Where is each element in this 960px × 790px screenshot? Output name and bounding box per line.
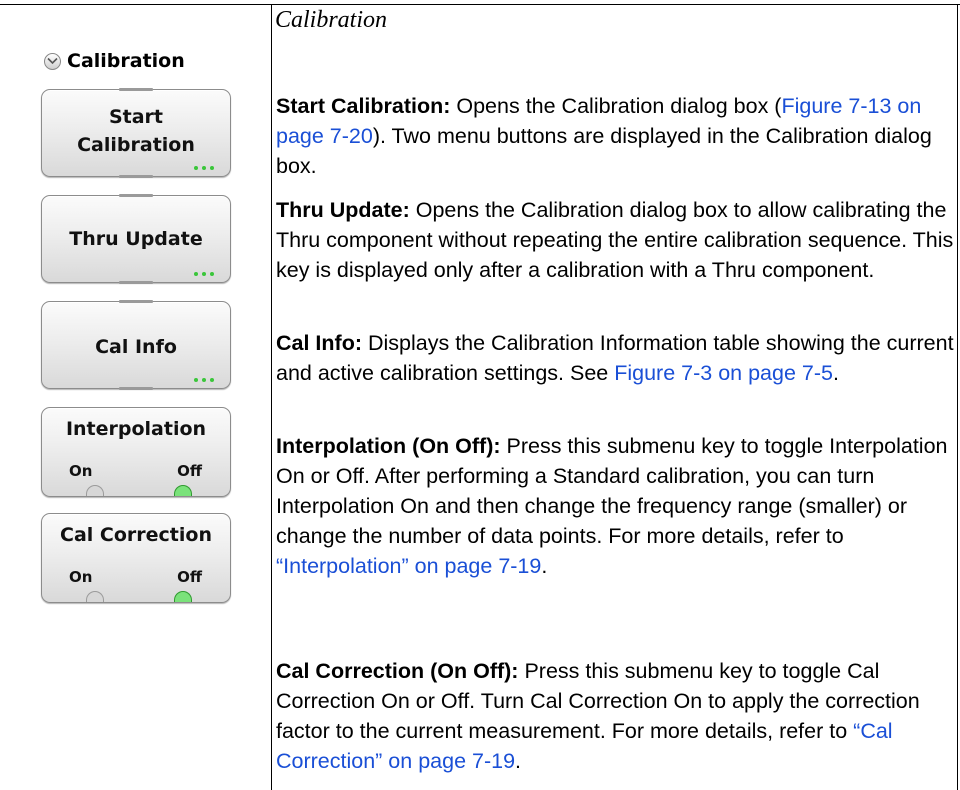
description-title: Cal Correction (On Off): — [276, 659, 519, 683]
cal-info-button[interactable]: Cal Info — [41, 300, 231, 390]
button-notch — [119, 175, 153, 178]
thru-update-description: Thru Update: Opens the Calibration dialo… — [276, 195, 956, 285]
description-text: Opens the Calibration dialog box ( — [450, 94, 782, 118]
start-calibration-label-2: Calibration — [77, 134, 195, 156]
description-title: Interpolation (On Off): — [276, 434, 501, 458]
button-notch — [119, 300, 153, 303]
chevron-down-icon — [44, 52, 61, 70]
button-notch — [119, 88, 153, 91]
description-text: . — [515, 749, 522, 773]
cal-correction-label: Cal Correction — [60, 524, 212, 546]
interpolation-toggle-button[interactable]: Interpolation On Off — [41, 407, 231, 497]
toggle-off-label: Off — [177, 462, 202, 480]
cal-info-description: Cal Info: Displays the Calibration Infor… — [276, 328, 956, 388]
on-indicator-icon — [86, 485, 104, 496]
button-notch — [119, 194, 153, 197]
on-indicator-icon — [86, 591, 104, 602]
table-top-rule — [0, 4, 960, 5]
toggle-on-label: On — [69, 462, 93, 480]
description-text: . — [541, 554, 548, 578]
cal-info-label: Cal Info — [95, 336, 177, 358]
submenu-dots-icon — [194, 378, 214, 382]
interpolation-description: Interpolation (On Off): Press this subme… — [276, 431, 956, 581]
menu-header-label: Calibration — [67, 50, 185, 72]
interpolation-label: Interpolation — [65, 418, 207, 440]
toggle-off-label: Off — [177, 568, 202, 586]
thru-update-button[interactable]: Thru Update — [41, 194, 231, 284]
button-notch — [119, 387, 153, 390]
figure-caption: Calibration — [275, 7, 388, 33]
thru-update-label: Thru Update — [69, 228, 203, 250]
description-title: Thru Update: — [276, 198, 410, 222]
start-calibration-label-1: Start — [108, 106, 164, 128]
description-title: Start Calibration: — [276, 94, 451, 118]
description-text: . — [832, 361, 839, 385]
table-right-rule — [957, 4, 958, 790]
section-link[interactable]: “Interpolation” on page 7-19 — [276, 554, 541, 578]
start-calibration-description: Start Calibration: Opens the Calibration… — [276, 91, 956, 181]
menu-header[interactable]: Calibration — [44, 50, 185, 72]
figure-link[interactable]: Figure 7-3 on page 7-5 — [614, 361, 833, 385]
cal-correction-description: Cal Correction (On Off): Press this subm… — [276, 656, 956, 776]
cal-correction-toggle-button[interactable]: Cal Correction On Off — [41, 513, 231, 603]
off-indicator-icon — [174, 591, 192, 602]
off-indicator-icon — [174, 485, 192, 496]
column-divider — [271, 4, 272, 790]
description-text: ). Two menu buttons are displayed in the… — [276, 124, 932, 178]
start-calibration-button[interactable]: Start Calibration — [41, 88, 231, 178]
button-notch — [119, 281, 153, 284]
description-title: Cal Info: — [276, 331, 362, 355]
toggle-on-label: On — [69, 568, 93, 586]
submenu-dots-icon — [194, 272, 214, 276]
submenu-dots-icon — [194, 166, 214, 170]
